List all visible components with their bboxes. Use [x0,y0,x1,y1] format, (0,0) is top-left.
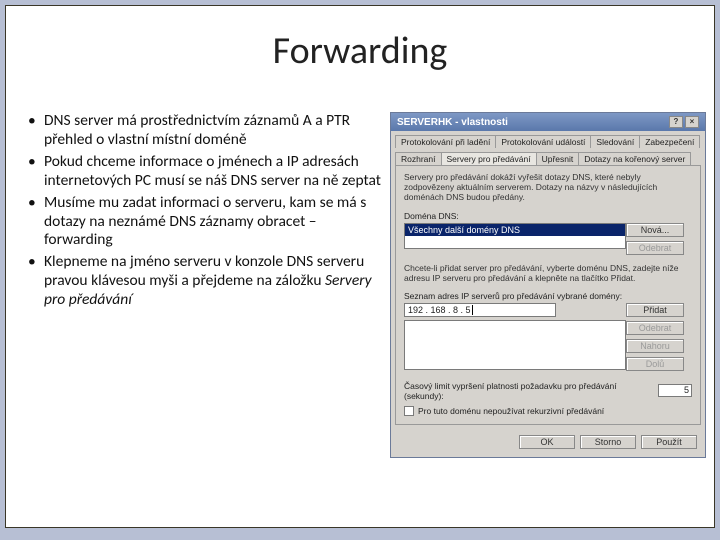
slide: Forwarding DNS server má prostřednictvím… [5,5,715,528]
domain-label: Doména DNS: [404,211,692,221]
timeout-label: Časový limit vypršení platnosti požadavk… [404,381,652,401]
tab-root-hints[interactable]: Dotazy na kořenový server [578,152,691,165]
no-recursion-checkbox[interactable] [404,406,414,416]
tab-row-2: Rozhraní Servery pro předávání Upřesnit … [391,148,705,165]
close-icon[interactable]: × [685,116,699,128]
domain-list-item[interactable]: Všechny další domény DNS [405,224,625,236]
bullet-item: Musíme mu zadat informaci o serveru, kam… [24,194,384,251]
ip-address-input[interactable]: 192 . 168 . 8 . 5 [404,303,556,317]
tab-event-logging[interactable]: Protokolování událostí [495,135,591,148]
add-ip-button[interactable]: Přidat [626,303,684,317]
content-row: DNS server má prostřednictvím záznamů A … [6,112,714,458]
remove-ip-button[interactable]: Odebrat [626,321,684,335]
bullet-list: DNS server má prostřednictvím záznamů A … [24,112,384,458]
properties-dialog: SERVERHK - vlastnosti ? × Protokolování … [390,112,706,458]
forwarder-instruction: Chcete-li přidat server pro předávání, v… [404,263,692,283]
move-up-button[interactable]: Nahoru [626,339,684,353]
dialog-title-text: SERVERHK - vlastnosti [397,117,508,128]
move-down-button[interactable]: Dolů [626,357,684,371]
help-icon[interactable]: ? [669,116,683,128]
tab-debug-logging[interactable]: Protokolování při ladění [395,135,496,148]
tab-security[interactable]: Zabezpečení [639,135,700,148]
bullet-item: DNS server má prostřednictvím záznamů A … [24,112,384,150]
slide-title: Forwarding [6,28,714,74]
tab-forwarders[interactable]: Servery pro předávání [441,152,537,165]
apply-button[interactable]: Použít [641,435,697,449]
forwarders-description: Servery pro předávání dokáží vyřešit dot… [404,172,692,203]
cancel-button[interactable]: Storno [580,435,636,449]
no-recursion-label: Pro tuto doménu nepoužívat rekurzivní př… [418,406,604,416]
remove-domain-button[interactable]: Odebrat [626,241,684,255]
timeout-input[interactable]: 5 [658,384,692,397]
ip-list-label: Seznam adres IP serverů pro předávání vy… [404,291,692,301]
bullet-item: Klepneme na jméno serveru v konzole DNS … [24,253,384,310]
tab-advanced[interactable]: Upřesnit [536,152,580,165]
ok-button[interactable]: OK [519,435,575,449]
new-domain-button[interactable]: Nová... [626,223,684,237]
tab-row-1: Protokolování při ladění Protokolování u… [391,131,705,148]
dialog-titlebar: SERVERHK - vlastnosti ? × [391,113,705,131]
forwarder-ip-listbox[interactable] [404,320,626,370]
dialog-button-row: OK Storno Použít [391,429,705,457]
tab-panel: Servery pro předávání dokáží vyřešit dot… [395,165,701,425]
domain-listbox[interactable]: Všechny další domény DNS [404,223,626,249]
bullet-item: Pokud chceme informace o jménech a IP ad… [24,153,384,191]
tab-monitoring[interactable]: Sledování [590,135,640,148]
dialog-screenshot: SERVERHK - vlastnosti ? × Protokolování … [384,112,706,458]
tab-interfaces[interactable]: Rozhraní [395,152,442,165]
